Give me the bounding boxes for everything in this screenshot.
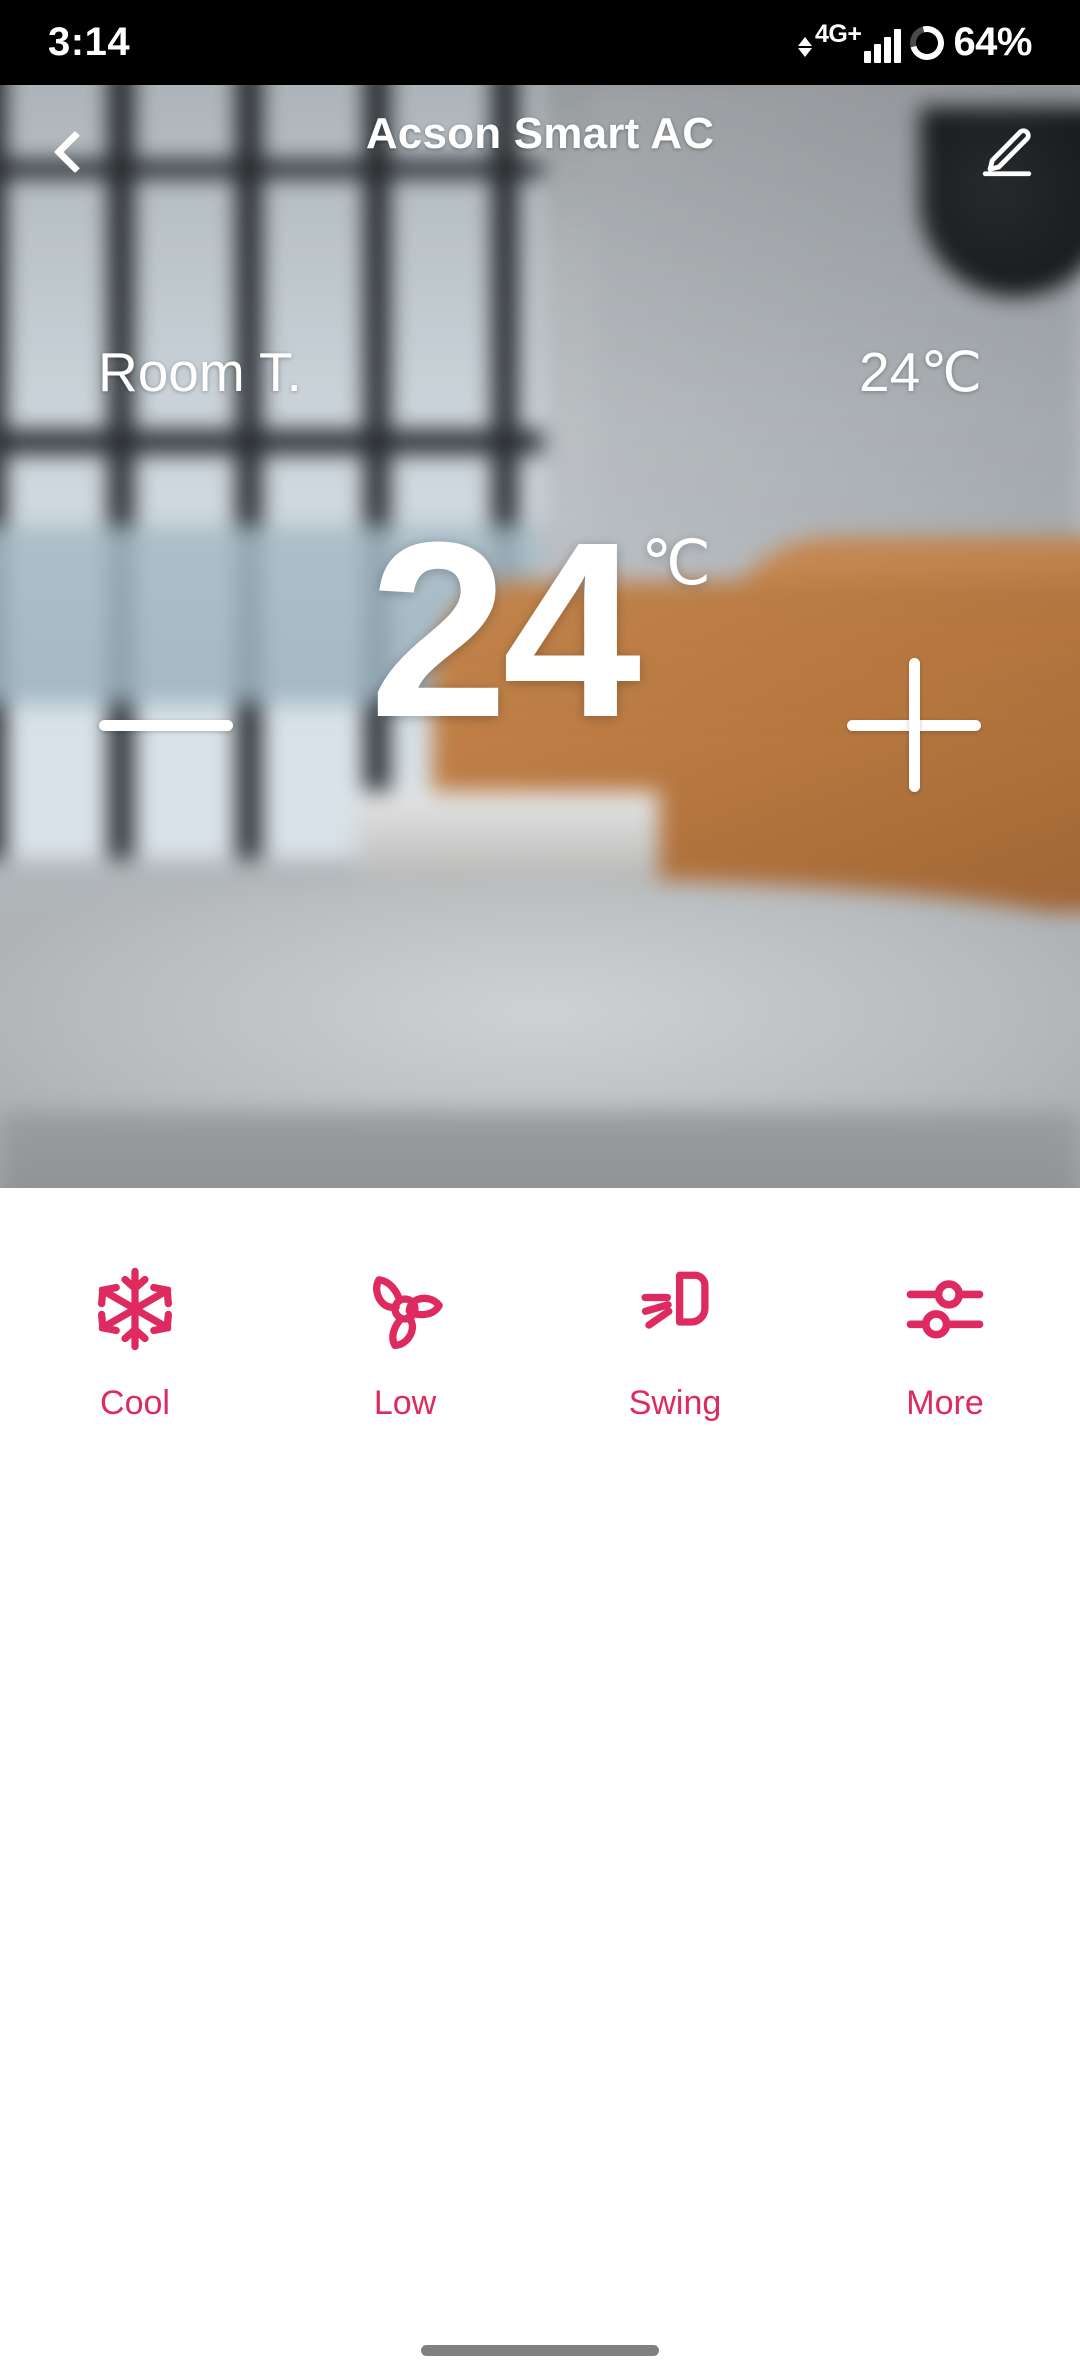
network-indicator: 4G+ [797, 20, 902, 63]
mode-button-swing[interactable]: Swing [540, 1250, 810, 1423]
mode-label-fan-speed: Low [373, 1384, 437, 1422]
edit-button[interactable] [962, 107, 1052, 197]
increase-temperature-button[interactable] [814, 625, 1014, 825]
mode-button-more[interactable]: More [810, 1250, 1080, 1423]
battery-ring-icon [904, 19, 951, 66]
mode-button-fan-speed[interactable]: Low [270, 1250, 540, 1423]
mode-button-cool[interactable]: Cool [0, 1250, 270, 1423]
page-title: Acson Smart AC [365, 109, 715, 158]
snowflake-icon [98, 1267, 172, 1351]
mode-label-cool: Cool [100, 1384, 170, 1422]
battery-percent: 64% [953, 20, 1032, 64]
sliders-icon [906, 1280, 984, 1339]
decrease-temperature-button[interactable] [66, 625, 266, 825]
status-time: 3:14 [48, 20, 131, 64]
setpoint-value: 24 [369, 490, 641, 769]
swing-louver-icon [641, 1271, 709, 1329]
mode-row: Cool Low Swing More [0, 1250, 1080, 1423]
status-bar: 3:14 4G+ 64% [0, 0, 1080, 85]
setpoint-unit: ℃ [641, 529, 711, 598]
app-header: Acson Smart AC [0, 85, 1080, 195]
mode-label-swing: Swing [628, 1384, 722, 1422]
hero-image: Acson Smart AC Room T. 24℃ 24 ℃ [0, 85, 1080, 1188]
signal-bars-icon [864, 29, 902, 63]
fan-icon [373, 1276, 443, 1350]
mode-label-more: More [906, 1384, 984, 1422]
setpoint-control: 24 ℃ [0, 505, 1080, 825]
room-temperature-row: Room T. 24℃ [0, 340, 1080, 404]
room-temp-value: 24℃ [859, 341, 982, 403]
home-indicator[interactable] [421, 2345, 659, 2356]
data-transfer-arrows-icon [797, 37, 812, 57]
pencil-edit-icon [982, 128, 1032, 177]
minus-icon [99, 719, 233, 731]
control-panel: Cool Low Swing More [0, 1188, 1080, 2376]
app-screen: 3:14 4G+ 64% Acson Smart AC Room T. 24℃ … [0, 0, 1080, 2376]
status-icons: 4G+ 64% [797, 19, 1032, 66]
room-temp-label: Room T. [98, 341, 302, 403]
network-type-label: 4G+ [814, 20, 862, 48]
